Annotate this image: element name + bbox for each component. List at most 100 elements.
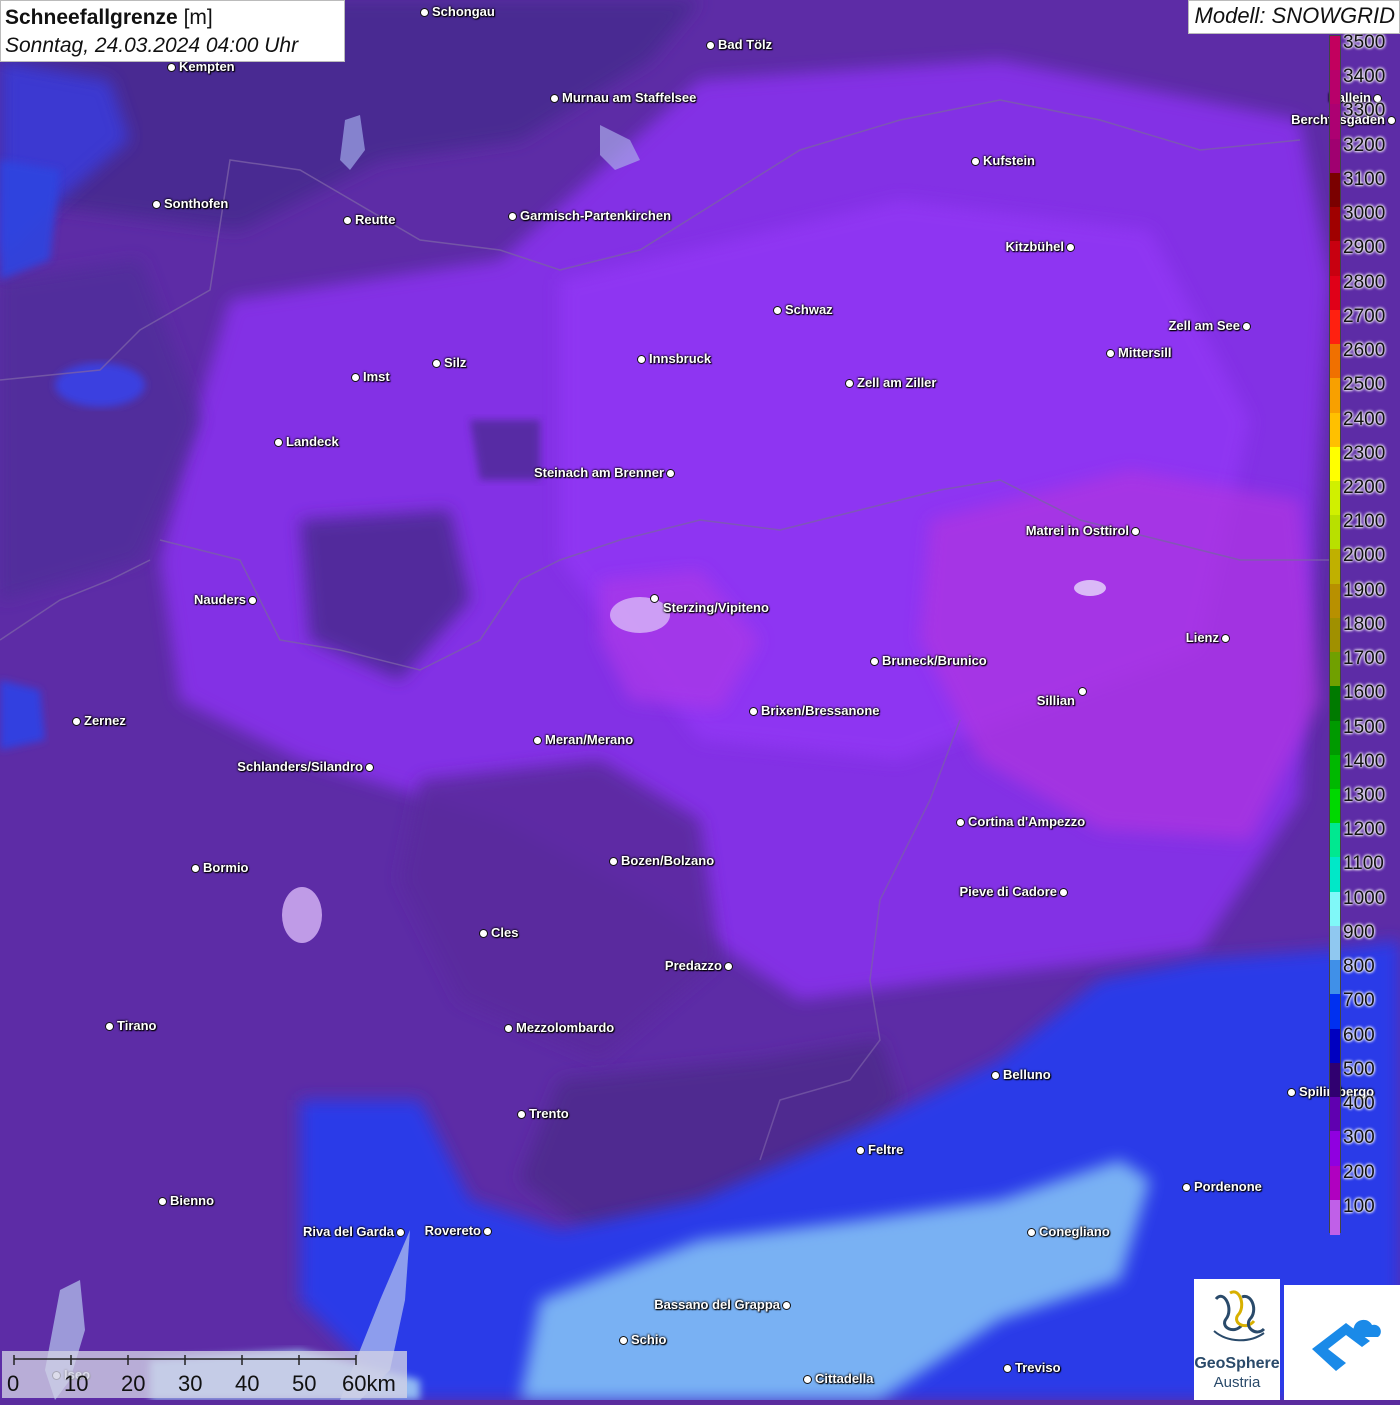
city-marker-dot[interactable]	[351, 373, 360, 382]
city-label[interactable]: Schlanders/Silandro	[237, 759, 363, 774]
city-marker-dot[interactable]	[650, 594, 659, 603]
city-marker-dot[interactable]	[191, 864, 200, 873]
city-label[interactable]: Kufstein	[983, 153, 1035, 168]
city-marker-dot[interactable]	[479, 929, 488, 938]
city-marker-dot[interactable]	[1131, 527, 1140, 536]
city-marker-dot[interactable]	[432, 359, 441, 368]
city-marker-dot[interactable]	[991, 1071, 1000, 1080]
city-label[interactable]: Bozen/Bolzano	[621, 853, 714, 868]
city-marker-dot[interactable]	[504, 1024, 513, 1033]
city-label[interactable]: Trento	[529, 1106, 569, 1121]
city-label[interactable]: Sonthofen	[164, 196, 228, 211]
city-marker-dot[interactable]	[72, 717, 81, 726]
city-marker-dot[interactable]	[803, 1375, 812, 1384]
city-label[interactable]: Meran/Merano	[545, 732, 633, 747]
city-label[interactable]: Feltre	[868, 1142, 903, 1157]
city-marker-dot[interactable]	[1078, 687, 1087, 696]
city-label[interactable]: Zernez	[84, 713, 126, 728]
city-label[interactable]: Bruneck/Brunico	[882, 653, 987, 668]
city-marker-dot[interactable]	[1242, 322, 1251, 331]
city-marker-dot[interactable]	[1221, 634, 1230, 643]
city-marker-dot[interactable]	[856, 1146, 865, 1155]
city-label[interactable]: Schongau	[432, 4, 495, 19]
city-label[interactable]: Pieve di Cadore	[959, 884, 1057, 899]
city-marker-dot[interactable]	[749, 707, 758, 716]
city-label[interactable]: Tirano	[117, 1018, 157, 1033]
city-marker-dot[interactable]	[706, 41, 715, 50]
city-label[interactable]: Imst	[363, 369, 390, 384]
city-label[interactable]: Predazzo	[665, 958, 722, 973]
city-label[interactable]: Lienz	[1186, 630, 1219, 645]
city-marker-dot[interactable]	[1287, 1088, 1296, 1097]
city-label[interactable]: Bassano del Grappa	[654, 1297, 780, 1312]
city-marker-dot[interactable]	[1027, 1228, 1036, 1237]
geosphere-logo[interactable]: GeoSphere Austria	[1194, 1279, 1280, 1400]
city-marker-dot[interactable]	[248, 596, 257, 605]
city-label[interactable]: Mezzolombardo	[516, 1020, 614, 1035]
city-marker-dot[interactable]	[420, 8, 429, 17]
city-label[interactable]: Landeck	[286, 434, 339, 449]
city-marker-dot[interactable]	[483, 1227, 492, 1236]
legend-label: 1800	[1343, 613, 1386, 635]
city-marker-dot[interactable]	[609, 857, 618, 866]
city-label[interactable]: Garmisch-Partenkirchen	[520, 208, 671, 223]
city-label[interactable]: Conegliano	[1039, 1224, 1110, 1239]
city-marker-dot[interactable]	[1182, 1183, 1191, 1192]
city-label[interactable]: Murnau am Staffelsee	[562, 90, 696, 105]
city-label[interactable]: Sillian	[1037, 693, 1075, 708]
city-marker-dot[interactable]	[782, 1301, 791, 1310]
city-label[interactable]: Zell am Ziller	[857, 375, 936, 390]
city-label[interactable]: Bienno	[170, 1193, 214, 1208]
city-marker-dot[interactable]	[956, 818, 965, 827]
city-label[interactable]: Mittersill	[1118, 345, 1171, 360]
city-label[interactable]: Silz	[444, 355, 466, 370]
city-marker-dot[interactable]	[619, 1336, 628, 1345]
city-label[interactable]: Cortina d'Ampezzo	[968, 814, 1085, 829]
city-marker-dot[interactable]	[274, 438, 283, 447]
city-label[interactable]: Schio	[631, 1332, 666, 1347]
city-label[interactable]: Kitzbühel	[1006, 239, 1065, 254]
city-marker-dot[interactable]	[666, 469, 675, 478]
city-label[interactable]: Cittadella	[815, 1371, 874, 1386]
city-label[interactable]: Schwaz	[785, 302, 833, 317]
city-label[interactable]: Treviso	[1015, 1360, 1061, 1375]
city-label[interactable]: Sterzing/Vipiteno	[663, 600, 769, 615]
city-marker-dot[interactable]	[343, 216, 352, 225]
city-marker-dot[interactable]	[167, 63, 176, 72]
city-label[interactable]: Bormio	[203, 860, 249, 875]
city-marker-dot[interactable]	[870, 657, 879, 666]
city-label[interactable]: Cles	[491, 925, 518, 940]
city-marker-dot[interactable]	[550, 94, 559, 103]
city-marker-dot[interactable]	[1003, 1364, 1012, 1373]
city-marker-dot[interactable]	[508, 212, 517, 221]
city-label[interactable]: Bad Tölz	[718, 37, 772, 52]
city-label[interactable]: Brixen/Bressanone	[761, 703, 880, 718]
city-marker-dot[interactable]	[845, 379, 854, 388]
city-label[interactable]: Nauders	[194, 592, 246, 607]
city-marker-dot[interactable]	[517, 1110, 526, 1119]
city-marker-dot[interactable]	[365, 763, 374, 772]
city-marker-dot[interactable]	[1059, 888, 1068, 897]
city-label[interactable]: Pordenone	[1194, 1179, 1262, 1194]
city-marker-dot[interactable]	[1106, 349, 1115, 358]
city-marker-dot[interactable]	[971, 157, 980, 166]
city-marker-dot[interactable]	[533, 736, 542, 745]
city-label[interactable]: Reutte	[355, 212, 395, 227]
city-marker-dot[interactable]	[158, 1197, 167, 1206]
city-marker-dot[interactable]	[637, 355, 646, 364]
city-marker-dot[interactable]	[105, 1022, 114, 1031]
city-label[interactable]: Zell am See	[1168, 318, 1240, 333]
city-label[interactable]: Innsbruck	[649, 351, 711, 366]
city-label[interactable]: Matrei in Osttirol	[1026, 523, 1129, 538]
city-label[interactable]: Steinach am Brenner	[534, 465, 664, 480]
city-marker-dot[interactable]	[152, 200, 161, 209]
city-marker-dot[interactable]	[396, 1228, 405, 1237]
city-marker-dot[interactable]	[1066, 243, 1075, 252]
city-label[interactable]: Riva del Garda	[303, 1224, 394, 1239]
city-marker-dot[interactable]	[773, 306, 782, 315]
city-marker-dot[interactable]	[724, 962, 733, 971]
legend-color-segment	[1330, 754, 1340, 790]
app-logo[interactable]	[1284, 1285, 1400, 1400]
city-label[interactable]: Belluno	[1003, 1067, 1051, 1082]
city-label[interactable]: Rovereto	[425, 1223, 481, 1238]
